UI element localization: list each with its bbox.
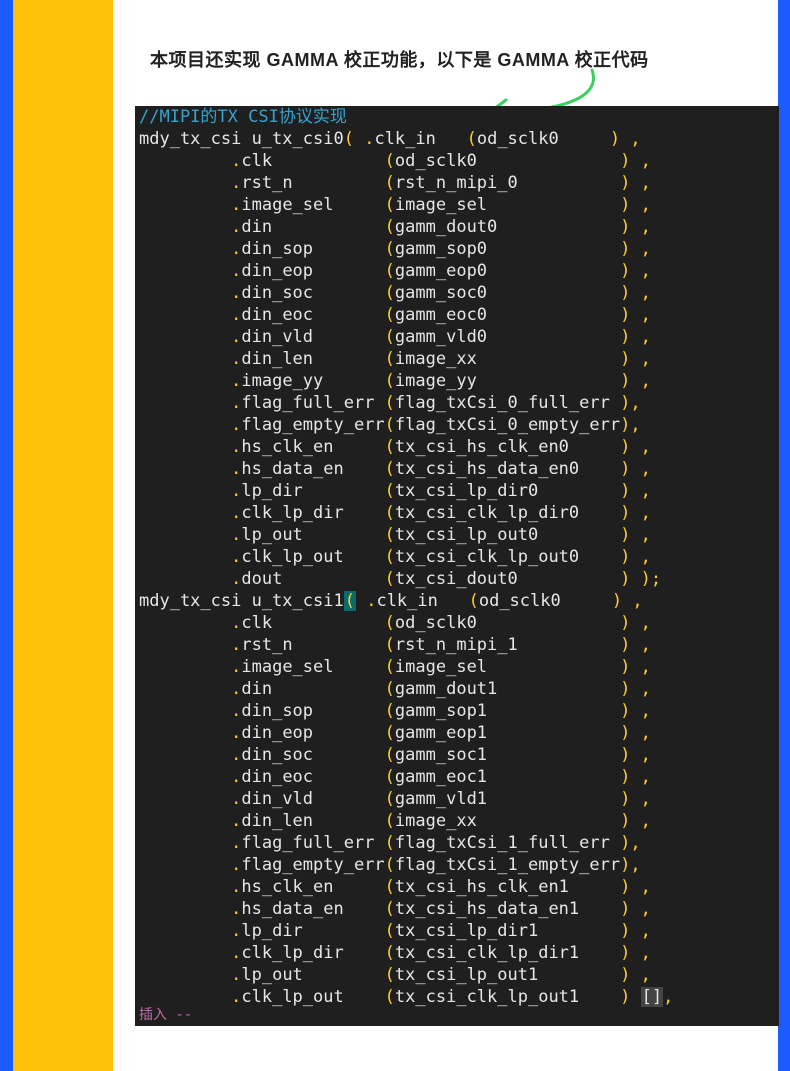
left-accent-sidebar bbox=[13, 0, 113, 1071]
code-editor[interactable]: //MIPI的TX CSI协议实现 mdy_tx_csi u_tx_csi0( … bbox=[135, 106, 779, 1026]
code-content: //MIPI的TX CSI协议实现 mdy_tx_csi u_tx_csi0( … bbox=[139, 106, 777, 1008]
gamma-heading: 本项目还实现 GAMMA 校正功能，以下是 GAMMA 校正代码 bbox=[150, 46, 649, 72]
editor-mode-hint: 插入 -- bbox=[139, 1004, 192, 1026]
content-area: 本项目还实现 GAMMA 校正功能，以下是 GAMMA 校正代码 //MIPI的… bbox=[113, 0, 778, 1071]
page-outer: 本项目还实现 GAMMA 校正功能，以下是 GAMMA 校正代码 //MIPI的… bbox=[13, 0, 778, 1071]
